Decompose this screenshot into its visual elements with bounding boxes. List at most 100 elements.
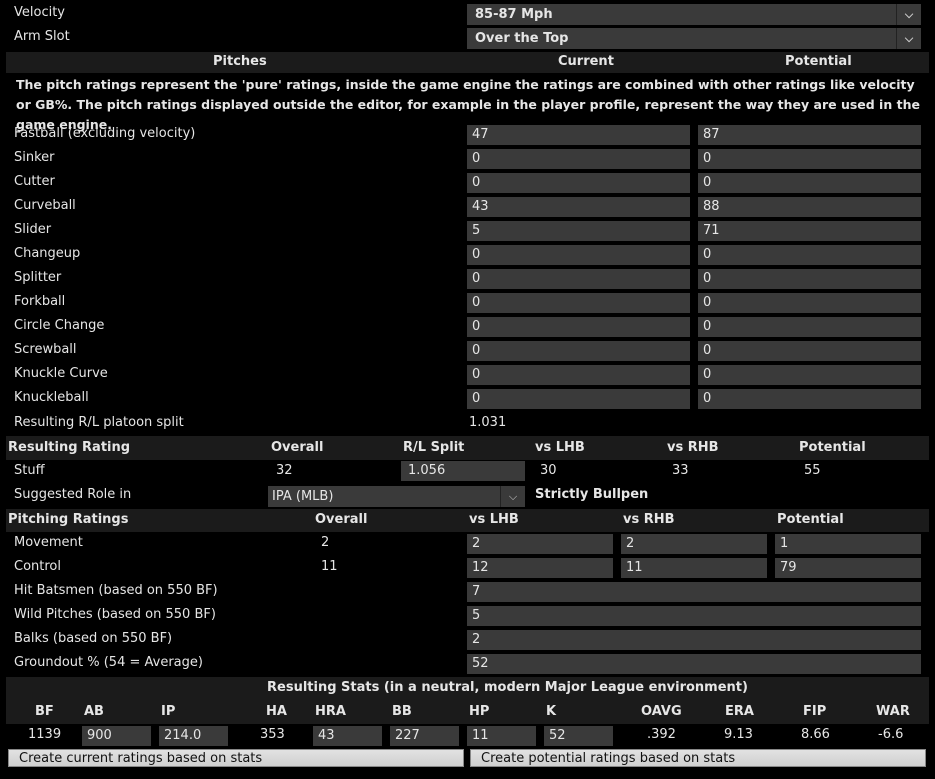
pitch-potential-input[interactable]: 0 bbox=[698, 245, 921, 265]
role-dropdown[interactable]: IPA (MLB) ⌵ bbox=[268, 486, 525, 507]
pitching-title: Pitching Ratings bbox=[8, 512, 129, 527]
stuff-overall: 32 bbox=[276, 463, 293, 478]
create-potential-ratings-button[interactable]: Create potential ratings based on stats bbox=[470, 749, 926, 767]
stats-title: Resulting Stats (in a neutral, modern Ma… bbox=[267, 680, 748, 695]
stats-fip: 8.66 bbox=[801, 727, 830, 742]
pitch-potential-input[interactable]: 0 bbox=[698, 149, 921, 169]
stuff-potential: 55 bbox=[804, 463, 821, 478]
movement-potential-input[interactable]: 1 bbox=[775, 534, 921, 554]
control-label: Control bbox=[14, 559, 61, 574]
velocity-label: Velocity bbox=[14, 5, 65, 20]
stats-bf-header: BF bbox=[35, 704, 54, 719]
chevron-down-icon[interactable]: ⌵ bbox=[896, 28, 921, 49]
platoon-label: Resulting R/L platoon split bbox=[14, 415, 184, 430]
pitch-name: Screwball bbox=[14, 342, 77, 357]
resulting-overall-header: Overall bbox=[271, 440, 324, 455]
pitch-potential-input[interactable]: 0 bbox=[698, 269, 921, 289]
role-value: IPA (MLB) bbox=[272, 489, 334, 504]
balk-label: Balks (based on 550 BF) bbox=[14, 631, 173, 646]
pitch-current-input[interactable]: 0 bbox=[467, 173, 690, 193]
pitch-current-input[interactable]: 5 bbox=[467, 221, 690, 241]
movement-lhb-input[interactable]: 2 bbox=[467, 534, 613, 554]
pitch-potential-input[interactable]: 0 bbox=[698, 173, 921, 193]
stats-k-header: K bbox=[546, 704, 557, 719]
pitch-potential-input[interactable]: 0 bbox=[698, 293, 921, 313]
create-current-ratings-button[interactable]: Create current ratings based on stats bbox=[8, 749, 464, 767]
control-lhb-input[interactable]: 12 bbox=[467, 558, 613, 578]
hbp-label: Hit Batsmen (based on 550 BF) bbox=[14, 583, 218, 598]
pitch-name: Sinker bbox=[14, 150, 55, 165]
stats-era: 9.13 bbox=[724, 727, 753, 742]
stats-bb-input[interactable]: 227 bbox=[390, 726, 459, 746]
stats-era-header: ERA bbox=[725, 704, 754, 719]
armslot-label: Arm Slot bbox=[14, 29, 70, 44]
pitch-name: Knuckle Curve bbox=[14, 366, 108, 381]
resulting-title: Resulting Rating bbox=[8, 440, 131, 455]
pitch-name: Fastball (excluding velocity) bbox=[14, 126, 196, 141]
resulting-rhb-header: vs RHB bbox=[667, 440, 719, 455]
resulting-rl-header: R/L Split bbox=[403, 440, 465, 455]
pitch-current-input[interactable]: 0 bbox=[467, 365, 690, 385]
stats-ha: 353 bbox=[260, 727, 285, 742]
movement-rhb-input[interactable]: 2 bbox=[621, 534, 767, 554]
control-rhb-input[interactable]: 11 bbox=[621, 558, 767, 578]
resulting-lhb-header: vs LHB bbox=[535, 440, 585, 455]
stats-ip-header: IP bbox=[161, 704, 176, 719]
pitch-current-input[interactable]: 43 bbox=[467, 197, 690, 217]
pitching-overall-header: Overall bbox=[315, 512, 368, 527]
velocity-value: 85-87 Mph bbox=[475, 7, 553, 22]
pitch-current-input[interactable]: 47 bbox=[467, 125, 690, 145]
pitch-name: Knuckleball bbox=[14, 390, 89, 405]
stats-ab-input[interactable]: 900 bbox=[82, 726, 151, 746]
stats-war: -6.6 bbox=[878, 727, 904, 742]
stats-war-header: WAR bbox=[876, 704, 910, 719]
pitch-current-input[interactable]: 0 bbox=[467, 245, 690, 265]
stats-fip-header: FIP bbox=[803, 704, 827, 719]
stuff-rl-input[interactable]: 1.056 bbox=[401, 461, 525, 481]
pitch-current-input[interactable]: 0 bbox=[467, 317, 690, 337]
pitching-potential-header: Potential bbox=[777, 512, 844, 527]
velocity-dropdown[interactable]: 85-87 Mph ⌵ bbox=[467, 4, 921, 25]
stats-oavg: .392 bbox=[647, 727, 676, 742]
pitch-potential-input[interactable]: 0 bbox=[698, 365, 921, 385]
pitch-potential-input[interactable]: 87 bbox=[698, 125, 921, 145]
stuff-rhb: 33 bbox=[672, 463, 689, 478]
stats-k-input[interactable]: 52 bbox=[544, 726, 613, 746]
balk-input[interactable]: 2 bbox=[467, 630, 921, 650]
chevron-down-icon[interactable]: ⌵ bbox=[500, 486, 525, 507]
control-overall: 11 bbox=[321, 559, 338, 574]
stats-oavg-header: OAVG bbox=[641, 704, 682, 719]
wp-label: Wild Pitches (based on 550 BF) bbox=[14, 607, 216, 622]
pitching-lhb-header: vs LHB bbox=[469, 512, 519, 527]
pitch-name: Changeup bbox=[14, 246, 81, 261]
pitch-current-input[interactable]: 0 bbox=[467, 389, 690, 409]
armslot-dropdown[interactable]: Over the Top ⌵ bbox=[467, 28, 921, 49]
resulting-potential-header: Potential bbox=[799, 440, 866, 455]
stats-ab-header: AB bbox=[84, 704, 104, 719]
pitch-current-input[interactable]: 0 bbox=[467, 293, 690, 313]
pitch-potential-input[interactable]: 0 bbox=[698, 341, 921, 361]
pitch-name: Splitter bbox=[14, 270, 62, 285]
pitch-current-input[interactable]: 0 bbox=[467, 341, 690, 361]
pitch-current-input[interactable]: 0 bbox=[467, 269, 690, 289]
pitch-potential-input[interactable]: 0 bbox=[698, 317, 921, 337]
pitch-potential-input[interactable]: 88 bbox=[698, 197, 921, 217]
resulting-header-bar bbox=[6, 436, 929, 460]
pitch-name: Cutter bbox=[14, 174, 55, 189]
wp-input[interactable]: 5 bbox=[467, 606, 921, 626]
stuff-label: Stuff bbox=[14, 463, 45, 478]
groundout-input[interactable]: 52 bbox=[467, 654, 921, 674]
potential-header: Potential bbox=[785, 54, 852, 69]
stats-hp-input[interactable]: 11 bbox=[467, 726, 536, 746]
pitch-name: Curveball bbox=[14, 198, 76, 213]
pitch-potential-input[interactable]: 71 bbox=[698, 221, 921, 241]
control-potential-input[interactable]: 79 bbox=[775, 558, 921, 578]
pitch-name: Slider bbox=[14, 222, 52, 237]
role-text: Strictly Bullpen bbox=[535, 487, 649, 502]
stats-hra-input[interactable]: 43 bbox=[313, 726, 382, 746]
hbp-input[interactable]: 7 bbox=[467, 582, 921, 602]
stats-ip-input[interactable]: 214.0 bbox=[159, 726, 228, 746]
pitch-potential-input[interactable]: 0 bbox=[698, 389, 921, 409]
pitch-current-input[interactable]: 0 bbox=[467, 149, 690, 169]
chevron-down-icon[interactable]: ⌵ bbox=[896, 4, 921, 25]
